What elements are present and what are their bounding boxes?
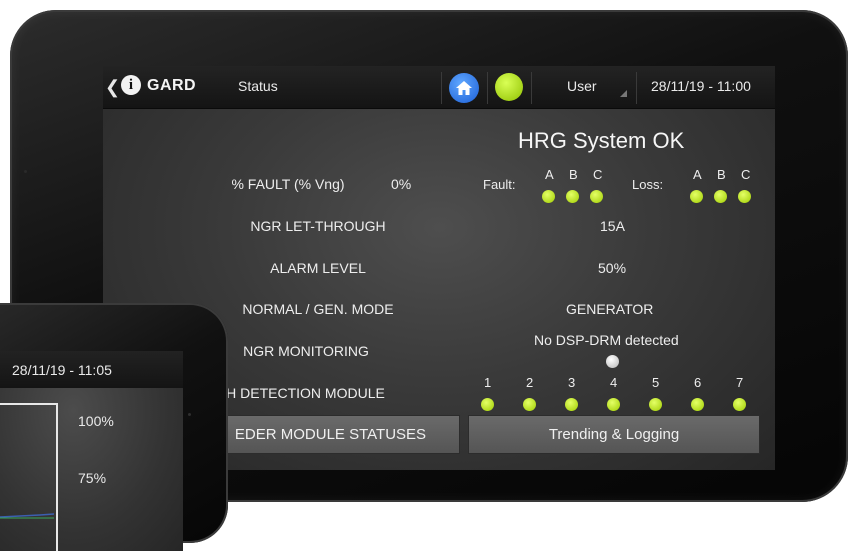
flash-module-number: 3: [568, 375, 576, 390]
fault-led-c: [590, 190, 603, 203]
system-status-text: HRG System OK: [518, 128, 685, 153]
phone-top-bar: 28/11/19 - 11:05: [0, 351, 183, 388]
ngr-let-through-label: NGR LET-THROUGH: [250, 218, 386, 234]
alarm-level-label: ALARM LEVEL: [270, 260, 366, 276]
loss-label: Loss:: [632, 177, 664, 192]
flash-module-led: [691, 398, 704, 411]
flash-module-led: [649, 398, 662, 411]
flash-module-led: [733, 398, 746, 411]
loss-phase-c: C: [741, 167, 751, 182]
page-title: Status: [238, 78, 278, 94]
top-bar: ❮ i GARD Status User 28/11/19 - 11:00: [103, 66, 775, 109]
alarm-level-value: 50%: [598, 260, 627, 276]
flash-module-number: 6: [694, 375, 702, 390]
divider: [636, 72, 637, 104]
flash-module-number: 1: [484, 375, 492, 390]
flash-module-led: [565, 398, 578, 411]
fault-phase-b: B: [569, 167, 578, 182]
trending-screen: 28/11/19 - 11:05 100% 75%: [0, 351, 183, 551]
loss-led-b: [714, 190, 727, 203]
dropdown-corner-icon[interactable]: [620, 90, 627, 97]
divider: [487, 72, 488, 104]
divider: [531, 72, 532, 104]
feeder-module-statuses-button[interactable]: EDER MODULE STATUSES: [201, 415, 460, 454]
scale-label-100: 100%: [78, 413, 114, 429]
fault-led-a: [542, 190, 555, 203]
trend-line: [0, 513, 55, 519]
brand-logo-text: GARD: [147, 77, 197, 94]
ngr-monitoring-led: [606, 355, 619, 368]
flash-module-number: 2: [526, 375, 534, 390]
datetime-display: 28/11/19 - 11:00: [651, 78, 751, 94]
phone-sensor: [188, 413, 191, 416]
info-logo-icon: i: [121, 75, 141, 95]
fault-phase-c: C: [593, 167, 603, 182]
divider: [441, 72, 442, 104]
flash-module-number: 4: [610, 375, 618, 390]
phone-device: 28/11/19 - 11:05 100% 75%: [0, 303, 228, 551]
fault-led-b: [566, 190, 579, 203]
trend-chart-frame: [0, 403, 58, 551]
flash-module-number: 5: [652, 375, 660, 390]
mode-value: GENERATOR: [566, 301, 654, 317]
loss-led-a: [690, 190, 703, 203]
flash-module-led: [523, 398, 536, 411]
system-status-indicator: [495, 73, 523, 101]
user-menu[interactable]: User: [567, 78, 597, 94]
ngr-let-through-value: 15A: [600, 218, 625, 234]
flash-module-led: [607, 398, 620, 411]
tablet-sensor: [24, 170, 27, 173]
home-button[interactable]: [449, 73, 479, 103]
trending-logging-button[interactable]: Trending & Logging: [468, 415, 760, 454]
fault-phase-a: A: [545, 167, 554, 182]
home-icon: [456, 81, 472, 95]
loss-phase-a: A: [693, 167, 702, 182]
flash-module-number: 7: [736, 375, 744, 390]
phone-datetime-display: 28/11/19 - 11:05: [12, 362, 112, 378]
fault-percent-value: 0%: [391, 176, 412, 192]
loss-led-c: [738, 190, 751, 203]
loss-phase-b: B: [717, 167, 726, 182]
ngr-monitoring-value: No DSP-DRM detected: [534, 332, 679, 348]
scale-label-75: 75%: [78, 470, 107, 486]
fault-percent-label: % FAULT (% Vng): [231, 176, 345, 192]
flash-module-led: [481, 398, 494, 411]
fault-label: Fault:: [483, 177, 516, 192]
chevron-left-icon[interactable]: ❮: [105, 77, 120, 98]
